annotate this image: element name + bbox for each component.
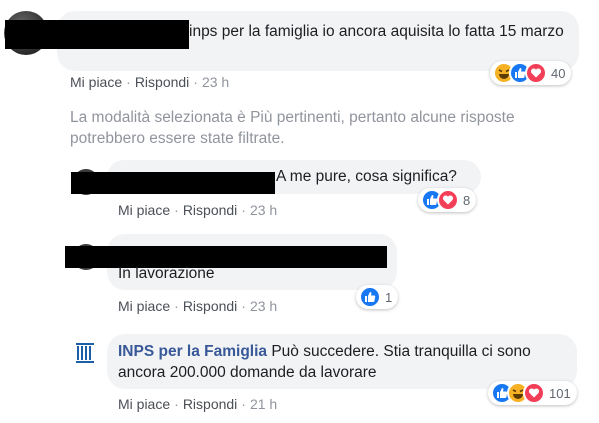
reaction-count: 8 (463, 192, 471, 208)
inps-logo[interactable] (71, 340, 99, 368)
like-icon (359, 286, 381, 308)
author-name[interactable]: INPS per la Famiglia (118, 343, 267, 360)
like-link[interactable]: Mi piace (118, 202, 170, 218)
comment-text: inps per la famiglia io ancora aquisita … (189, 23, 564, 40)
love-icon (437, 189, 459, 211)
reply-text: In lavorazione (118, 265, 215, 282)
reply-link[interactable]: Rispondi (135, 74, 189, 90)
reply-link[interactable]: Rispondi (183, 298, 237, 314)
reaction-count: 1 (385, 289, 393, 305)
reply-text: INPS per la Famiglia Può succedere. Stia… (118, 341, 568, 383)
reaction-summary[interactable]: 8 (418, 188, 477, 212)
like-link[interactable]: Mi piace (118, 396, 170, 412)
comment-actions: Mi piace · Rispondi · 23 h (70, 74, 230, 90)
reply-actions: Mi piace · Rispondi · 23 h (118, 298, 278, 314)
reply-bubble: In lavorazione (65, 234, 397, 290)
reply-link[interactable]: Rispondi (183, 396, 237, 412)
filter-notice: La modalità selezionata è Più pertinenti… (70, 109, 515, 147)
reaction-summary[interactable]: 1 (356, 285, 399, 309)
love-icon (525, 62, 547, 84)
redacted-name (65, 246, 387, 268)
inps-logo-icon (76, 343, 94, 363)
timestamp[interactable]: 23 h (250, 202, 277, 218)
timestamp[interactable]: 23 h (250, 298, 277, 314)
reaction-summary[interactable]: 101 (488, 381, 577, 405)
like-link[interactable]: Mi piace (118, 298, 170, 314)
reaction-count: 40 (551, 65, 566, 81)
reply-actions: Mi piace · Rispondi · 23 h (118, 202, 278, 218)
love-icon (523, 382, 545, 404)
reply-link[interactable]: Rispondi (183, 202, 237, 218)
reaction-summary[interactable]: 40 (490, 61, 572, 85)
redacted-name (71, 172, 275, 194)
timestamp[interactable]: 23 h (202, 74, 229, 90)
reply-text: A me pure, cosa significa? (276, 168, 457, 185)
like-link[interactable]: Mi piace (70, 74, 122, 90)
reply-actions: Mi piace · Rispondi · 21 h (118, 396, 278, 412)
timestamp[interactable]: 21 h (250, 396, 277, 412)
reaction-count: 101 (549, 385, 571, 401)
